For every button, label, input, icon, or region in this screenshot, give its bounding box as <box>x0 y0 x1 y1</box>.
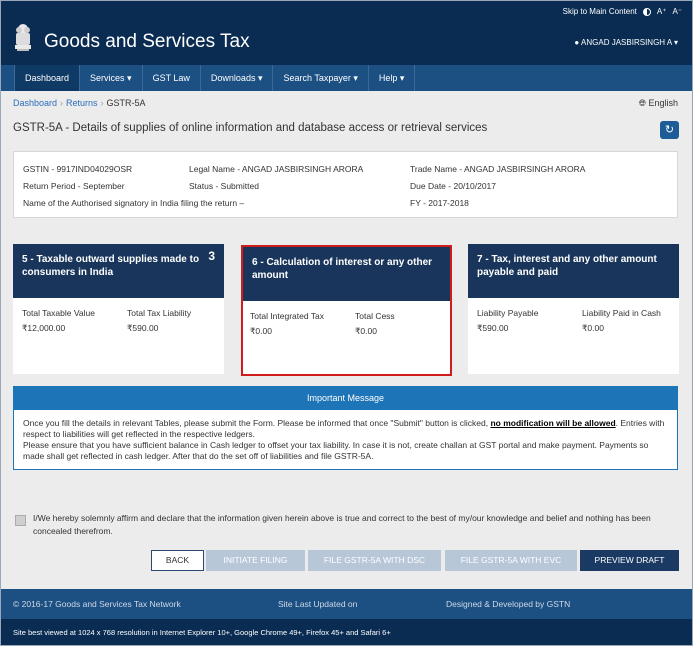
nav-help[interactable]: Help ▾ <box>369 65 416 91</box>
message-body: Once you fill the details in relevant Ta… <box>14 410 677 462</box>
nav-gst-law[interactable]: GST Law <box>143 65 201 91</box>
affirmation-checkbox[interactable] <box>15 515 26 526</box>
breadcrumb-dashboard[interactable]: Dashboard <box>13 98 57 108</box>
gstin-text: GSTIN - 9917IND04029OSR <box>23 164 133 174</box>
breadcrumb-returns[interactable]: Returns <box>66 98 98 108</box>
site-updated-text: Site Last Updated on <box>278 599 358 609</box>
total-integrated-tax-value: ₹0.00 <box>250 326 272 336</box>
page-title: GSTR-5A - Details of supplies of online … <box>13 122 488 134</box>
tile-table-6[interactable]: 6 - Calculation of interest or any other… <box>241 245 452 376</box>
site-header: Skip to Main Content A⁺ A⁻ Goods and Ser… <box>1 1 692 65</box>
nav-search-taxpayer[interactable]: Search Taxpayer ▾ <box>273 65 369 91</box>
browser-note-bar: Site best viewed at 1024 x 768 resolutio… <box>1 619 692 645</box>
important-message-panel: Important Message Once you fill the deta… <box>13 386 678 470</box>
status-text: Status - Submitted <box>189 181 259 191</box>
liability-paid-cash-value: ₹0.00 <box>582 323 604 333</box>
affirmation: I/We hereby solemnly affirm and declare … <box>15 512 675 538</box>
developed-by-text: Designed & Developed by GSTN <box>446 599 571 609</box>
tile-title: 7 - Tax, interest and any other amount p… <box>468 244 679 298</box>
affirmation-text: I/We hereby solemnly affirm and declare … <box>33 513 651 536</box>
tile-title: 5 - Taxable outward supplies made to con… <box>13 244 224 298</box>
signatory-text: Name of the Authorised signatory in Indi… <box>23 198 245 208</box>
breadcrumb-separator: › <box>100 98 104 108</box>
globe-icon: 🌐︎ <box>638 98 646 108</box>
language-selector[interactable]: 🌐︎ English <box>639 98 678 109</box>
fy-text: FY - 2017-2018 <box>410 198 469 208</box>
chevron-down-icon: ▾ <box>673 38 678 47</box>
font-increase-button[interactable]: A⁺ <box>657 7 667 16</box>
user-name: ANGAD JASBIRSINGH A <box>581 38 672 47</box>
skip-to-main-link[interactable]: Skip to Main Content <box>563 7 637 16</box>
liability-payable-label: Liability Payable <box>477 308 539 318</box>
main-nav: Dashboard Services ▾ GST Law Downloads ▾… <box>1 65 692 91</box>
browser-note-text: Site best viewed at 1024 x 768 resolutio… <box>13 628 391 637</box>
refresh-icon: ↻ <box>664 124 675 136</box>
site-title[interactable]: Goods and Services Tax <box>44 31 250 53</box>
font-decrease-button[interactable]: A⁻ <box>672 7 682 16</box>
breadcrumb-separator: › <box>60 98 64 108</box>
message-line1-bold: no modification will be allowed <box>490 418 616 428</box>
liability-payable-value: ₹590.00 <box>477 323 509 333</box>
total-taxable-value-label: Total Taxable Value <box>22 308 95 318</box>
total-tax-liability-value: ₹590.00 <box>127 323 159 333</box>
main-content: Dashboard › Returns › GSTR-5A 🌐︎ English GST… <box>1 91 692 589</box>
refresh-button[interactable]: ↻ <box>660 121 679 139</box>
message-line2: Please ensure that you have sufficient b… <box>23 440 649 461</box>
message-title: Important Message <box>14 387 677 410</box>
return-period-text: Return Period - September <box>23 181 125 191</box>
file-with-evc-button[interactable]: FILE GSTR-5A WITH EVC <box>445 550 577 571</box>
back-button[interactable]: BACK <box>151 550 204 571</box>
user-menu[interactable]: ● ANGAD JASBIRSINGH A ▾ <box>574 38 678 47</box>
legal-name-text: Legal Name - ANGAD JASBIRSINGH ARORA <box>189 164 364 174</box>
nav-downloads[interactable]: Downloads ▾ <box>201 65 274 91</box>
tile-badge: 3 <box>208 249 215 263</box>
nav-dashboard[interactable]: Dashboard <box>14 65 81 91</box>
copyright-text: © 2016-17 Goods and Services Tax Network <box>13 599 181 609</box>
total-taxable-value: ₹12,000.00 <box>22 323 66 333</box>
preview-draft-button[interactable]: PREVIEW DRAFT <box>580 550 679 571</box>
nav-services[interactable]: Services ▾ <box>80 65 143 91</box>
national-emblem-icon <box>15 24 31 51</box>
language-label: English <box>648 98 678 108</box>
browser-frame: Skip to Main Content A⁺ A⁻ Goods and Ser… <box>0 0 693 646</box>
liability-paid-cash-label: Liability Paid in Cash <box>582 308 661 318</box>
tile-table-7[interactable]: 7 - Tax, interest and any other amount p… <box>468 244 679 374</box>
total-integrated-tax-label: Total Integrated Tax <box>250 311 325 321</box>
initiate-filing-button[interactable]: INITIATE FILING <box>206 550 305 571</box>
total-cess-label: Total Cess <box>355 311 395 321</box>
total-tax-liability-label: Total Tax Liability <box>127 308 192 318</box>
file-with-dsc-button[interactable]: FILE GSTR-5A WITH DSC <box>308 550 441 571</box>
due-date-text: Due Date - 20/10/2017 <box>410 181 497 191</box>
footer: © 2016-17 Goods and Services Tax Network… <box>1 589 692 619</box>
contrast-toggle-icon[interactable] <box>642 7 651 16</box>
user-icon: ● <box>574 38 580 47</box>
tile-table-5[interactable]: 5 - Taxable outward supplies made to con… <box>13 244 224 374</box>
message-line1-pre: Once you fill the details in relevant Ta… <box>23 418 491 428</box>
tile-title-text: 5 - Taxable outward supplies made to con… <box>22 254 200 278</box>
trade-name-text: Trade Name - ANGAD JASBIRSINGH ARORA <box>410 164 586 174</box>
breadcrumb-current: GSTR-5A <box>106 98 146 108</box>
total-cess-value: ₹0.00 <box>355 326 377 336</box>
tile-title: 6 - Calculation of interest or any other… <box>243 247 450 301</box>
breadcrumb: Dashboard › Returns › GSTR-5A <box>13 98 146 108</box>
taxpayer-info-panel: GSTIN - 9917IND04029OSR Legal Name - ANG… <box>13 151 678 218</box>
top-utility-bar: Skip to Main Content A⁺ A⁻ <box>563 7 682 16</box>
